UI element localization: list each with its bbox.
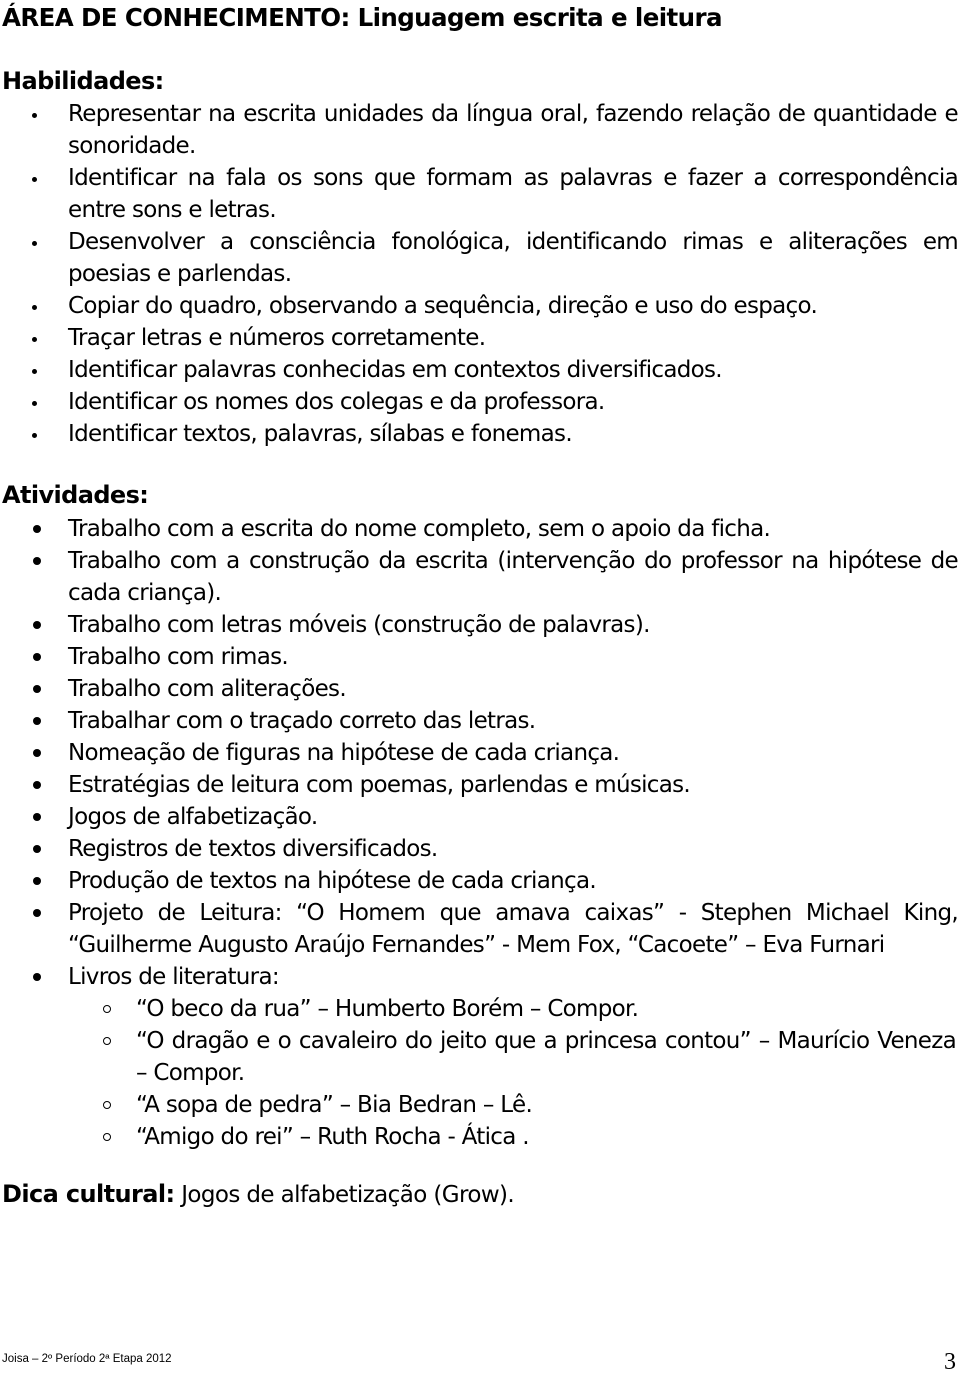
- bullet-icon: [33, 557, 41, 565]
- list-item: Trabalho com rimas.: [0, 641, 960, 673]
- list-item: Identificar os nomes dos colegas e da pr…: [0, 386, 960, 418]
- book-item: “O beco da rua” – Humberto Borém – Compo…: [0, 993, 958, 1025]
- list-item: Estratégias de leitura com poemas, parle…: [0, 769, 960, 801]
- bullet-icon: [32, 433, 37, 438]
- atividades-list: Trabalho com a escrita do nome completo,…: [0, 513, 960, 1153]
- bullet-icon: [33, 813, 41, 821]
- bullet-icon: [32, 113, 37, 118]
- book-item: “Amigo do rei” – Ruth Rocha - Ática .: [0, 1121, 958, 1153]
- bullet-icon: [33, 973, 41, 981]
- bullet-icon: [32, 401, 37, 406]
- circle-bullet-icon: [103, 1101, 111, 1109]
- list-item: Trabalho com a escrita do nome completo,…: [0, 513, 960, 545]
- bullet-icon: [33, 685, 41, 693]
- cultural-tip-text: Jogos de alfabetização (Grow).: [174, 1182, 515, 1208]
- bullet-icon: [32, 369, 37, 374]
- list-item: Projeto de Leitura: “O Homem que amava c…: [0, 897, 960, 961]
- circle-bullet-icon: [103, 1005, 111, 1013]
- list-item: Identificar na fala os sons que formam a…: [0, 162, 960, 226]
- bullet-icon: [32, 305, 37, 310]
- livros-list: “O beco da rua” – Humberto Borém – Compo…: [68, 993, 958, 1153]
- bullet-icon: [33, 749, 41, 757]
- page-number: 3: [944, 1349, 956, 1375]
- circle-bullet-icon: [103, 1133, 111, 1141]
- bullet-icon: [32, 177, 37, 182]
- bullet-icon: [33, 525, 41, 533]
- footer-text: Joisa – 2º Período 2ª Etapa 2012: [2, 1353, 172, 1365]
- atividades-heading: Atividades:: [2, 481, 149, 509]
- document-page: ÁREA DE CONHECIMENTO: Linguagem escrita …: [0, 0, 960, 1375]
- cultural-tip: Dica cultural: Jogos de alfabetização (G…: [2, 1180, 515, 1208]
- list-item: Trabalho com letras móveis (construção d…: [0, 609, 960, 641]
- list-item: Livros de literatura: “O beco da rua” – …: [0, 961, 960, 1153]
- list-item: Trabalho com a construção da escrita (in…: [0, 545, 960, 609]
- circle-bullet-icon: [103, 1037, 111, 1045]
- bullet-icon: [33, 781, 41, 789]
- bullet-icon: [33, 653, 41, 661]
- list-item: Identificar palavras conhecidas em conte…: [0, 354, 960, 386]
- bullet-icon: [33, 717, 41, 725]
- habilidades-list: Representar na escrita unidades da língu…: [0, 98, 960, 450]
- bullet-icon: [33, 845, 41, 853]
- list-item: Identificar textos, palavras, sílabas e …: [0, 418, 960, 450]
- bullet-icon: [33, 621, 41, 629]
- list-item: Representar na escrita unidades da língu…: [0, 98, 960, 162]
- list-item: Produção de textos na hipótese de cada c…: [0, 865, 960, 897]
- bullet-icon: [32, 337, 37, 342]
- list-item: Nomeação de figuras na hipótese de cada …: [0, 737, 960, 769]
- page-title: ÁREA DE CONHECIMENTO: Linguagem escrita …: [2, 3, 722, 32]
- list-item: Desenvolver a consciência fonológica, id…: [0, 226, 960, 290]
- book-item: “A sopa de pedra” – Bia Bedran – Lê.: [0, 1089, 958, 1121]
- habilidades-heading: Habilidades:: [2, 67, 164, 95]
- bullet-icon: [33, 877, 41, 885]
- list-item: Jogos de alfabetização.: [0, 801, 960, 833]
- list-item: Trabalhar com o traçado correto das letr…: [0, 705, 960, 737]
- cultural-tip-label: Dica cultural:: [2, 1180, 175, 1208]
- list-item: Registros de textos diversificados.: [0, 833, 960, 865]
- list-item: Copiar do quadro, observando a sequência…: [0, 290, 960, 322]
- book-item: “O dragão e o cavaleiro do jeito que a p…: [0, 1025, 958, 1089]
- list-item: Trabalho com aliterações.: [0, 673, 960, 705]
- bullet-icon: [32, 241, 37, 246]
- list-item: Traçar letras e números corretamente.: [0, 322, 960, 354]
- bullet-icon: [33, 909, 41, 917]
